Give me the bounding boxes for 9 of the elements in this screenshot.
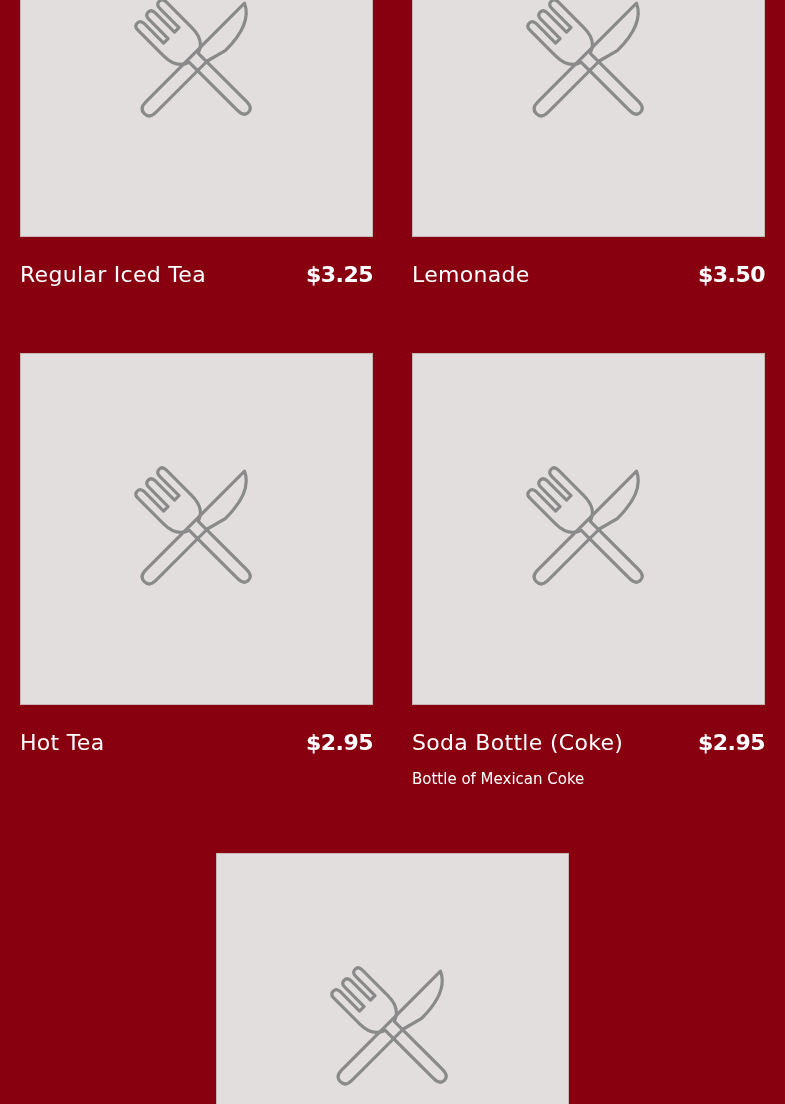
item-price: $2.95 xyxy=(697,729,765,755)
item-name: Hot Tea xyxy=(20,729,105,755)
item-name: Regular Iced Tea xyxy=(20,261,206,287)
item-price: $2.95 xyxy=(305,729,373,755)
item-price: $3.25 xyxy=(305,261,373,287)
item-name: Lemonade xyxy=(412,261,530,287)
item-price: $3.50 xyxy=(697,261,765,287)
item-description: Bottle of Mexican Coke xyxy=(412,769,586,789)
item-name: Soda Bottle (Coke) xyxy=(412,729,624,755)
